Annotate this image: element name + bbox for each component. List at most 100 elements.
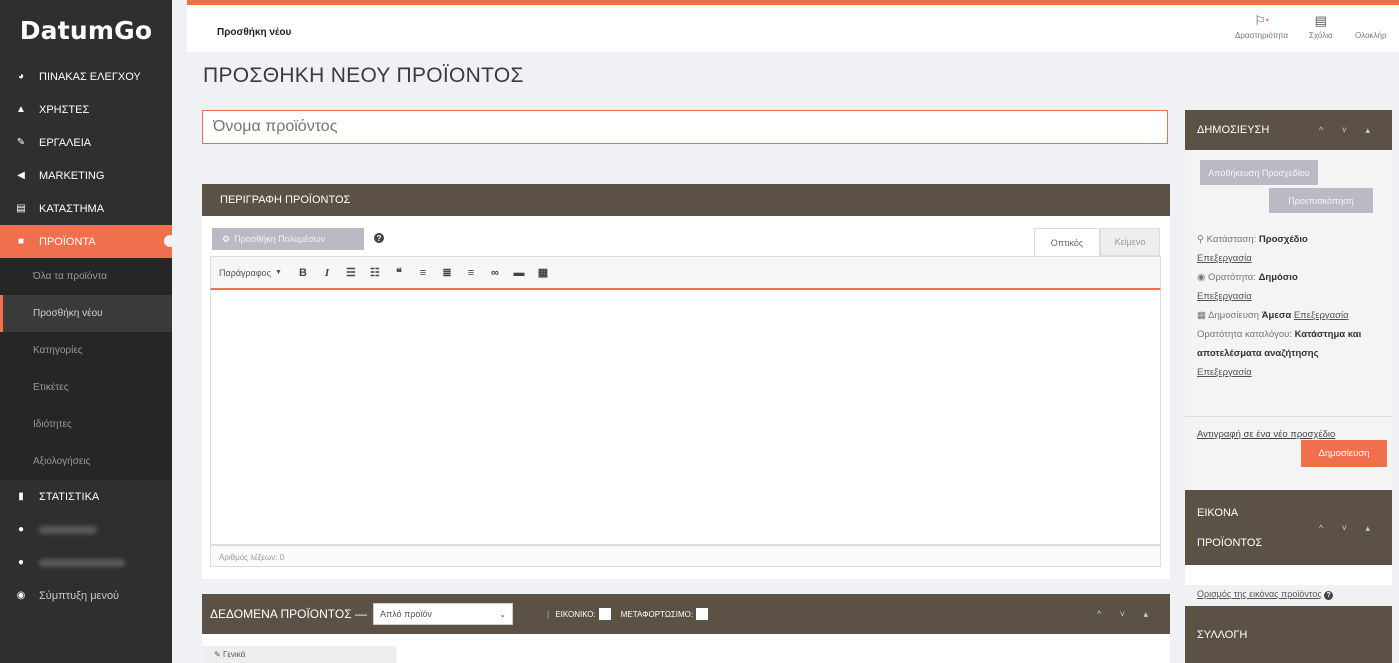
product-data-panel: ΔΕΔΟΜΕΝΑ ΠΡΟΪΟΝΤΟΣ — Απλό προϊόν ⌄ | ΕΙΚΟ… — [202, 594, 1170, 663]
submenu-tags[interactable]: Ετικέτες — [0, 369, 172, 406]
sidebar-item-label: ΣΤΑΤΙΣΤΙΚΑ — [39, 490, 100, 503]
description-panel-header[interactable]: ΠΕΡΙΓΡΑΦΗ ΠΡΟΪΟΝΤΟΣ — [202, 184, 1170, 216]
submenu-attributes[interactable]: Ιδιότητες — [0, 406, 172, 443]
product-image-header[interactable]: ΕΙΚΟΝΑ ΠΡΟΪΟΝΤΟΣ ^ ˅ ▴ — [1185, 490, 1392, 565]
separator: | — [547, 609, 550, 619]
media-icon: ⚙ — [222, 233, 231, 244]
description-editor[interactable] — [210, 290, 1161, 545]
downloadable-checkbox[interactable] — [696, 608, 709, 620]
panel-order-arrows[interactable]: ^ ˅ ▴ — [1097, 609, 1156, 620]
add-media-label: Προσθήκη Πολυμέσων — [234, 234, 326, 244]
chevron-down-icon: ▼ — [275, 269, 282, 276]
dashboard-icon: ◕ — [17, 71, 25, 82]
edit-status-link[interactable]: Επεξεργασία — [1197, 253, 1252, 264]
virtual-label: ΕΙΚΟΝΙΚΟ: — [555, 609, 596, 619]
sidebar-item-blurred-1[interactable]: ● — [0, 513, 172, 546]
complete-button[interactable]: Ολοκλήρ — [1355, 31, 1387, 40]
edit-visibility-link[interactable]: Επεξεργασία — [1197, 291, 1252, 302]
product-type-select[interactable]: Απλό προϊόν ⌄ — [373, 603, 513, 625]
bullet-list-icon[interactable]: ☰ — [344, 266, 358, 279]
tab-text[interactable]: Κείμενο — [1100, 228, 1160, 256]
page-title: ΠΡΟΣΘΗΚΗ ΝΕΟΥ ΠΡΟΪΟΝΤΟΣ — [203, 64, 524, 87]
format-value: Παράγραφος — [219, 267, 272, 278]
sidebar-item-blurred-2[interactable]: ● — [0, 546, 172, 579]
publish-button[interactable]: Δημοσίευση — [1301, 440, 1387, 467]
sidebar-item-dashboard[interactable]: ◕ ΠΙΝΑΚΑΣ ΕΛΕΓΧΟΥ — [0, 60, 172, 93]
product-name-input[interactable] — [202, 110, 1168, 144]
align-right-icon[interactable]: ≡ — [464, 267, 478, 279]
sidebar-item-products[interactable]: ■ ΠΡΟΪΟΝΤΑ — [0, 225, 176, 258]
products-submenu: Όλα τα προϊόντα Προσθήκη νέου Κατηγορίες… — [0, 258, 172, 480]
publish-panel-header[interactable]: ΔΗΜΟΣΙΕΥΣΗ ^ ˅ ▴ — [1185, 110, 1392, 150]
sidebar-item-users[interactable]: ▲ ΧΡΗΣΤΕΣ — [0, 93, 172, 126]
visibility-row: ◉ Ορατότητα: Δημόσιο — [1197, 268, 1387, 287]
sidebar-item-stats[interactable]: ▮ ΣΤΑΤΙΣΤΙΚΑ — [0, 480, 172, 513]
preview-button[interactable]: Προεπισκόπηση — [1269, 188, 1373, 213]
activity-label: Δραστηριότητα — [1235, 31, 1289, 40]
paragraph-format-select[interactable]: Παράγραφος ▼ — [219, 268, 282, 278]
submenu-add-new[interactable]: Προσθήκη νέου — [0, 295, 172, 332]
visibility-label: Ορατότητα: — [1207, 272, 1256, 283]
eye-icon: ◉ — [1197, 272, 1208, 283]
virtual-checkbox-label[interactable]: ΕΙΚΟΝΙΚΟ: — [555, 608, 611, 620]
downloadable-checkbox-label[interactable]: ΜΕΤΑΦΟΡΤΩΣΙΜΟ: — [621, 608, 709, 620]
sidebar-item-store[interactable]: ▤ ΚΑΤΑΣΤΗΜΑ — [0, 192, 172, 225]
top-bar: Προσθήκη νέου ⚐• Δραστηριότητα ▤ Σχόλια … — [187, 0, 1399, 52]
link-icon[interactable]: ∞ — [488, 267, 502, 279]
copy-draft-link[interactable]: Αντιγραφή σε ένα νέο προσχέδιο — [1197, 429, 1335, 440]
italic-icon[interactable]: I — [320, 267, 334, 279]
description-panel: ΠΕΡΙΓΡΑΦΗ ΠΡΟΪΟΝΤΟΣ ⚙ Προσθήκη Πολυμέσων … — [202, 184, 1170, 579]
read-more-icon[interactable]: ▬ — [512, 267, 526, 279]
bullet-icon: ● — [17, 557, 25, 568]
set-image-link[interactable]: Ορισμός της εικόνας προϊόντος — [1197, 589, 1322, 599]
sidebar-item-marketing[interactable]: ◀ MARKETING — [0, 159, 172, 192]
help-icon[interactable]: ? — [1324, 591, 1334, 600]
tab-visual[interactable]: Οπτικός — [1034, 228, 1100, 256]
sidebar-item-label: Σύμπτυξη μενού — [39, 589, 120, 602]
sidebar-item-label: ΠΡΟΪΟΝΤΑ — [39, 235, 96, 248]
toolbar-toggle-icon[interactable]: ▦ — [536, 266, 550, 279]
numbered-list-icon[interactable]: ☷ — [368, 266, 382, 279]
sidebar-item-tools[interactable]: ✎ ΕΡΓΑΛΕΙΑ — [0, 126, 172, 159]
sidebar: DatumGo ◕ ΠΙΝΑΚΑΣ ΕΛΕΓΧΟΥ ▲ ΧΡΗΣΤΕΣ ✎ ΕΡΓΑΛ… — [0, 0, 176, 663]
bold-icon[interactable]: B — [296, 267, 310, 279]
image-title-line1: ΕΙΚΟΝΑ — [1197, 506, 1239, 519]
tab-general[interactable]: ✎ Γενικά — [202, 646, 396, 663]
edit-catalog-link[interactable]: Επεξεργασία — [1197, 367, 1252, 378]
align-center-icon[interactable]: ≣ — [440, 266, 454, 279]
submenu-reviews[interactable]: Αξιολογήσεις — [0, 443, 172, 480]
virtual-checkbox[interactable] — [598, 608, 611, 620]
notes-button[interactable]: ▤ Σχόλια — [1309, 14, 1333, 40]
status-value: Προσχέδιο — [1258, 234, 1308, 245]
quote-icon[interactable]: ❝ — [392, 266, 406, 279]
megaphone-icon: ◀ — [17, 170, 25, 181]
set-image-row: Ορισμός της εικόνας προϊόντος ? — [1197, 585, 1387, 604]
pin-icon: ⚲ — [1197, 234, 1207, 245]
submenu-categories[interactable]: Κατηγορίες — [0, 332, 172, 369]
store-icon: ▤ — [16, 203, 26, 214]
activity-button[interactable]: ⚐• Δραστηριότητα — [1235, 14, 1288, 40]
publish-time-label: Δημοσίευση — [1208, 310, 1260, 321]
edit-publish-time-link[interactable]: Επεξεργασία — [1294, 310, 1349, 321]
collection-header[interactable]: ΣΥΛΛΟΓΗ — [1185, 606, 1392, 663]
status-row: ⚲ Κατάσταση: Προσχέδιο — [1197, 230, 1387, 249]
users-icon: ▲ — [16, 104, 26, 115]
wrench-icon: ✎ — [214, 650, 223, 659]
sidebar-item-label: ΚΑΤΑΣΤΗΜΑ — [39, 202, 105, 215]
panel-order-arrows[interactable]: ^ ˅ ▴ — [1319, 125, 1378, 136]
editor-toolbar: Παράγραφος ▼ B I ☰ ☷ ❝ ≡ ≣ ≡ ∞ ▬ ▦ — [210, 256, 1161, 290]
sidebar-collapse[interactable]: ◉ Σύμπτυξη μενού — [0, 579, 172, 612]
sidebar-item-label: ΠΙΝΑΚΑΣ ΕΛΕΓΧΟΥ — [39, 70, 141, 83]
align-left-icon[interactable]: ≡ — [416, 267, 430, 279]
help-icon[interactable]: ? — [374, 233, 384, 243]
complete-label: Ολοκλήρ — [1355, 31, 1387, 40]
app-logo[interactable]: DatumGo — [0, 0, 172, 60]
catalog-label: Ορατότητα καταλόγου: — [1197, 329, 1292, 340]
add-media-button[interactable]: ⚙ Προσθήκη Πολυμέσων — [212, 228, 364, 250]
submenu-all-products[interactable]: Όλα τα προϊόντα — [0, 258, 172, 295]
publish-time-row: ▦ Δημοσίευση Άμεσα Επεξεργασία — [1197, 306, 1387, 325]
collection-panel: ΣΥΛΛΟΓΗ — [1185, 606, 1392, 663]
panel-order-arrows[interactable]: ^ ˅ ▴ — [1319, 523, 1378, 534]
product-type-value: Απλό προϊόν — [380, 609, 432, 619]
save-draft-button[interactable]: Αποθήκευση Προσχεδίου — [1200, 160, 1318, 185]
